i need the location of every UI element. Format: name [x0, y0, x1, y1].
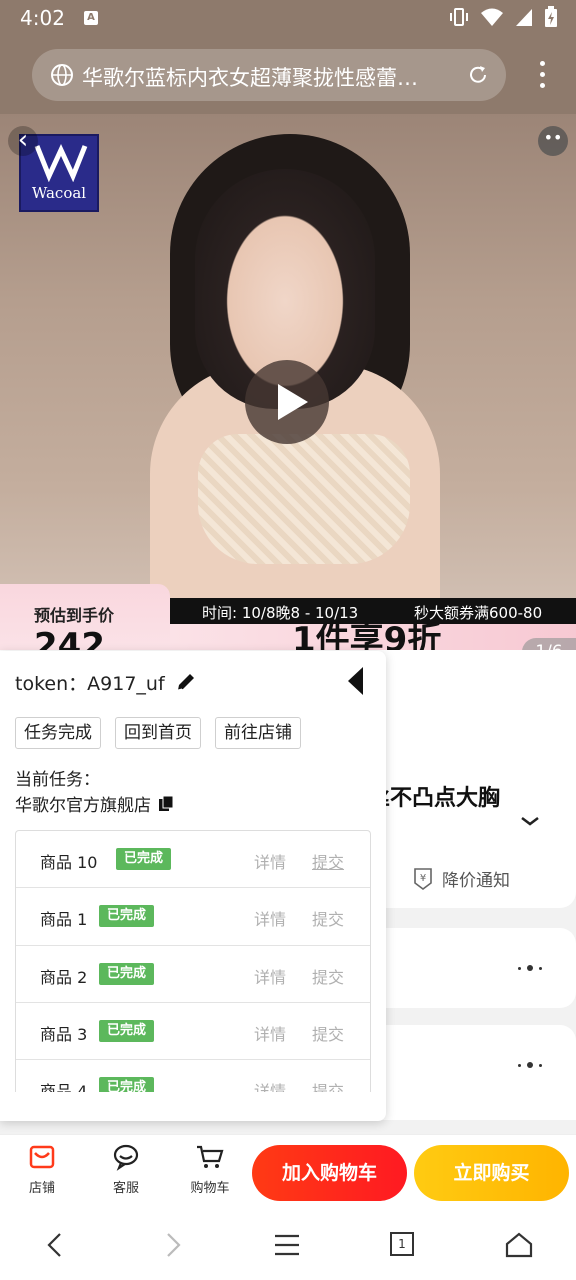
price-label: 预估到手价: [34, 606, 115, 625]
item-name: 商品 2: [40, 967, 88, 987]
gallery-pager: 1/6: [522, 638, 576, 650]
price-notify-icon: ¥: [414, 867, 432, 890]
submit-link[interactable]: 提交: [312, 964, 344, 988]
store-icon: [29, 1145, 55, 1169]
globe-icon: [51, 64, 73, 86]
submit-link[interactable]: 提交: [312, 849, 344, 873]
page-title[interactable]: 华歌尔蓝标内衣女超薄聚拢性感蕾…: [82, 62, 452, 92]
detail-link[interactable]: 详情: [254, 1021, 286, 1045]
tabs-icon[interactable]: 1: [390, 1232, 414, 1256]
price-notify-label: 降价通知: [442, 871, 510, 891]
back-nav-icon[interactable]: [40, 1230, 70, 1260]
price-notify-button[interactable]: ¥ 降价通知: [412, 866, 510, 891]
edit-icon[interactable]: [175, 671, 197, 693]
item-name: 商品 1: [40, 910, 88, 930]
more-dots-icon[interactable]: [518, 964, 548, 972]
status-badge: 已完成: [99, 962, 155, 985]
status-badge: 已完成: [99, 1077, 155, 1092]
detail-link[interactable]: 详情: [254, 1078, 286, 1092]
service-icon: [113, 1144, 139, 1171]
status-bar: 4:02 A: [0, 0, 576, 36]
current-shop-name: 华歌尔官方旗舰店: [15, 796, 151, 816]
browser-toolbar: 华歌尔蓝标内衣女超薄聚拢性感蕾…: [0, 36, 576, 114]
estimated-price: 242: [34, 626, 105, 650]
forward-nav-icon[interactable]: [158, 1230, 188, 1260]
product-title: 丝不凸点大胸: [368, 786, 501, 811]
service-label: 客服: [112, 1181, 139, 1196]
panel-actions: 任务完成 回到首页 前往店铺: [15, 717, 301, 749]
current-shop: 华歌尔官方旗舰店: [15, 791, 175, 816]
wifi-icon: [481, 8, 503, 26]
detail-link[interactable]: 详情: [254, 906, 286, 930]
table-row: 商品 3 已完成 详情 提交: [16, 1003, 370, 1061]
submit-link[interactable]: 提交: [312, 906, 344, 930]
status-icons: [448, 6, 558, 28]
status-time: 4:02: [20, 6, 65, 30]
detail-link[interactable]: 详情: [254, 849, 286, 873]
item-name: 商品 3: [40, 1024, 88, 1044]
buy-now-button[interactable]: 立即购买: [414, 1145, 569, 1201]
status-badge: 已完成: [99, 1019, 155, 1042]
reload-icon[interactable]: [466, 63, 490, 87]
battery-icon: [545, 6, 557, 27]
overflow-menu-icon[interactable]: [540, 61, 546, 89]
product-bra: [198, 434, 410, 564]
service-tab[interactable]: 客服: [96, 1143, 156, 1196]
submit-link[interactable]: 提交: [312, 1021, 344, 1045]
store-tab[interactable]: 店铺: [12, 1143, 72, 1196]
home-icon[interactable]: [504, 1230, 534, 1260]
back-home-button[interactable]: 回到首页: [115, 717, 201, 749]
task-complete-button[interactable]: 任务完成: [15, 717, 101, 749]
store-label: 店铺: [28, 1181, 55, 1196]
item-name: 商品 10: [40, 853, 98, 872]
status-badge: 已完成: [99, 905, 155, 928]
browser-nav-bar: 1: [0, 1208, 576, 1280]
token-value: A917_uf: [87, 673, 165, 695]
cart-tab[interactable]: 购物车: [180, 1143, 240, 1196]
promo-discount: 1件享9折: [292, 620, 442, 650]
menu-icon[interactable]: [272, 1230, 302, 1260]
add-to-cart-button[interactable]: 加入购物车: [252, 1145, 407, 1201]
notification-a-icon: A: [84, 11, 98, 25]
back-icon[interactable]: ‹: [8, 126, 38, 156]
product-gallery[interactable]: Wacoal ‹ •• 预估到手价 时间: 10/8晚8 - 10/13 秒大额…: [0, 114, 576, 650]
task-panel: token：A917_uf 任务完成 回到首页 前往店铺 当前任务： 华歌尔官方…: [0, 651, 386, 1121]
item-name: 商品 4: [40, 1082, 88, 1092]
vibrate-icon: [450, 8, 468, 26]
address-bar[interactable]: 华歌尔蓝标内衣女超薄聚拢性感蕾…: [32, 49, 506, 101]
wacoal-mark-icon: [34, 144, 88, 182]
submit-link[interactable]: 提交: [312, 1078, 344, 1092]
svg-text:¥: ¥: [420, 873, 426, 884]
current-task-label: 当前任务：: [15, 770, 100, 790]
status-badge: 已完成: [116, 848, 172, 870]
signal-icon: [516, 9, 532, 26]
go-store-button[interactable]: 前往店铺: [215, 717, 301, 749]
more-dots-icon[interactable]: [518, 1061, 548, 1069]
cart-label: 购物车: [190, 1181, 230, 1196]
chevron-down-icon[interactable]: [520, 814, 540, 828]
play-icon[interactable]: [245, 360, 329, 444]
collapse-panel-icon[interactable]: [348, 667, 363, 695]
table-row: 商品 10 已完成 详情 提交: [16, 831, 370, 889]
token-label: token：: [15, 673, 88, 695]
task-list: 商品 10 已完成 详情 提交 商品 1 已完成 详情 提交 商品 2 已完成 …: [15, 830, 371, 1092]
table-row: 商品 4 已完成 详情 提交: [16, 1060, 370, 1092]
cart-icon: [197, 1145, 224, 1168]
table-row: 商品 1 已完成 详情 提交: [16, 888, 370, 946]
copy-icon[interactable]: [157, 795, 175, 813]
more-icon[interactable]: ••: [538, 126, 568, 156]
detail-link[interactable]: 详情: [254, 964, 286, 988]
brand-logo-text: Wacoal: [31, 184, 87, 202]
token-display: token：A917_uf: [15, 669, 165, 696]
purchase-bar: 店铺 客服 购物车 加入购物车 立即购买: [0, 1134, 576, 1208]
table-row: 商品 2 已完成 详情 提交: [16, 946, 370, 1003]
